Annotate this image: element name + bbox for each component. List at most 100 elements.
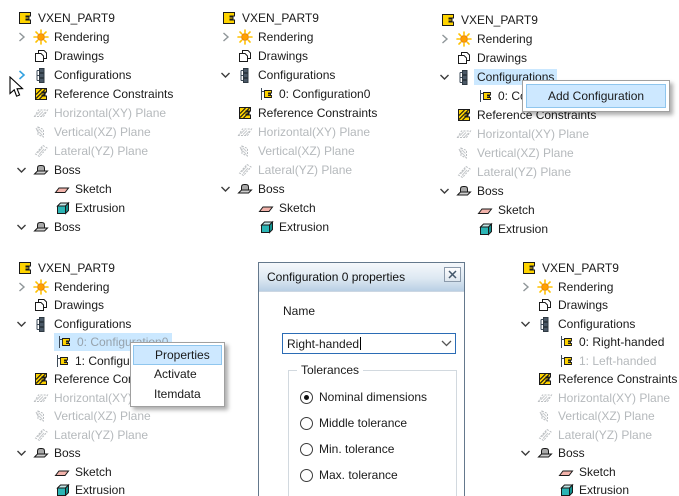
tree-item-boss[interactable]: Boss [14, 160, 176, 179]
tree-item-label: Vertical(XZ) Plane [51, 124, 154, 140]
tree-item-vxen-part9[interactable]: VXEN_PART9 [14, 8, 176, 27]
tree-item-boss[interactable]: Boss [14, 444, 176, 463]
tree-item-lateral-yz-plane[interactable]: Lateral(YZ) Plane [437, 162, 599, 181]
chevron-down-icon[interactable] [14, 316, 33, 332]
tree-item-sketch[interactable]: Sketch [14, 179, 176, 198]
tree-item-vertical-xz-plane[interactable]: Vertical(XZ) Plane [218, 141, 380, 160]
tree-item-0-configuration0[interactable]: 0: Configuration0 [218, 84, 380, 103]
close-button[interactable] [444, 267, 461, 282]
tree-item-extrusion[interactable]: Extrusion [518, 481, 679, 496]
chevron-down-icon[interactable] [437, 183, 456, 199]
tree-item-configurations[interactable]: Configurations [518, 315, 679, 334]
tree-item-sketch[interactable]: Sketch [518, 463, 679, 482]
tree-item-lateral-yz-plane[interactable]: Lateral(YZ) Plane [14, 426, 176, 445]
tree-item-boss[interactable]: Boss [14, 217, 176, 236]
tree-item-vertical-xz-plane[interactable]: Vertical(XZ) Plane [518, 407, 679, 426]
tree-item-drawings[interactable]: Drawings [518, 296, 679, 315]
menu-item-properties[interactable]: Properties [133, 345, 222, 365]
tree-item-label: Sketch [576, 464, 619, 480]
chevron-down-icon[interactable] [218, 181, 237, 197]
tree-item-label: 0: Right-handed [576, 334, 667, 350]
radio-min-tolerance[interactable]: Min. tolerance [300, 436, 456, 462]
tree-item-label: VXEN_PART9 [239, 10, 322, 26]
tree-item-drawings[interactable]: Drawings [14, 296, 176, 315]
tree-item-sketch[interactable]: Sketch [218, 198, 380, 217]
tree-item-label: Rendering [474, 31, 535, 47]
chevron-down-icon[interactable] [14, 445, 33, 461]
tree-item-vertical-xz-plane[interactable]: Vertical(XZ) Plane [437, 143, 599, 162]
tree-item-sketch[interactable]: Sketch [14, 463, 176, 482]
tree-item-extrusion[interactable]: Extrusion [437, 219, 599, 238]
tree-item-vxen-part9[interactable]: VXEN_PART9 [218, 8, 380, 27]
tree-top-right: VXEN_PART9RenderingDrawingsConfiguration… [437, 10, 599, 238]
tree-item-label: Extrusion [72, 482, 128, 496]
chevron-right-icon[interactable] [14, 67, 33, 83]
tree-item-rendering[interactable]: Rendering [518, 278, 679, 297]
tree-item-label: Rendering [51, 279, 112, 295]
menu-configuration-context: PropertiesActivateItemdata [130, 342, 225, 407]
tree-item-1-left-handed[interactable]: 1: Left-handed [518, 352, 679, 371]
plane-xy-icon [33, 390, 49, 406]
chevron-down-icon[interactable] [14, 162, 33, 178]
tree-item-label: Vertical(XZ) Plane [51, 408, 154, 424]
tree-item-boss[interactable]: Boss [218, 179, 380, 198]
tree-item-vxen-part9[interactable]: VXEN_PART9 [437, 10, 599, 29]
tree-item-horizontal-xy-plane[interactable]: Horizontal(XY) Plane [437, 124, 599, 143]
tree-item-lateral-yz-plane[interactable]: Lateral(YZ) Plane [14, 141, 176, 160]
tree-item-reference-constraints[interactable]: Reference Constraints [518, 370, 679, 389]
tree-item-configurations[interactable]: Configurations [14, 65, 176, 84]
tree-item-extrusion[interactable]: Extrusion [218, 217, 380, 236]
tree-item-boss[interactable]: Boss [437, 181, 599, 200]
radio-checked-icon [300, 391, 313, 404]
tree-item-label: Lateral(YZ) Plane [474, 164, 574, 180]
tree-item-vertical-xz-plane[interactable]: Vertical(XZ) Plane [14, 407, 176, 426]
tree-item-rendering[interactable]: Rendering [218, 27, 380, 46]
tree-item-reference-constraints[interactable]: Reference Constraints [218, 103, 380, 122]
tree-item-horizontal-xy-plane[interactable]: Horizontal(XY) Plane [218, 122, 380, 141]
tree-item-rendering[interactable]: Rendering [14, 27, 176, 46]
tree-item-configurations[interactable]: Configurations [218, 65, 380, 84]
tree-item-sketch[interactable]: Sketch [437, 200, 599, 219]
radio-unchecked-icon [300, 469, 313, 482]
menu-item-add-configuration[interactable]: Add Configuration [526, 84, 666, 108]
tree-item-horizontal-xy-plane[interactable]: Horizontal(XY) Plane [518, 389, 679, 408]
radio-max-tolerance[interactable]: Max. tolerance [300, 462, 456, 488]
tree-item-vxen-part9[interactable]: VXEN_PART9 [518, 259, 679, 278]
tree-item-extrusion[interactable]: Extrusion [14, 481, 176, 496]
tree-item-drawings[interactable]: Drawings [437, 48, 599, 67]
tree-item-reference-constraints[interactable]: Reference Constraints [14, 84, 176, 103]
tree-item-vxen-part9[interactable]: VXEN_PART9 [14, 259, 176, 278]
chevron-right-icon[interactable] [518, 279, 537, 295]
chevron-down-icon[interactable] [218, 67, 237, 83]
chevron-right-icon[interactable] [218, 29, 237, 45]
tree-item-0-right-handed[interactable]: 0: Right-handed [518, 333, 679, 352]
boss-icon [456, 183, 472, 199]
tree-item-configurations[interactable]: Configurations [14, 315, 176, 334]
tree-item-horizontal-xy-plane[interactable]: Horizontal(XY) Plane [14, 103, 176, 122]
tree-item-lateral-yz-plane[interactable]: Lateral(YZ) Plane [218, 160, 380, 179]
dialog-title: Configuration 0 properties [267, 270, 405, 284]
chevron-right-icon[interactable] [14, 29, 33, 45]
dialog-titlebar[interactable]: Configuration 0 properties [259, 263, 464, 292]
radio-middle-tolerance[interactable]: Middle tolerance [300, 410, 456, 436]
menu-item-itemdata[interactable]: Itemdata [133, 384, 222, 404]
tree-item-lateral-yz-plane[interactable]: Lateral(YZ) Plane [518, 426, 679, 445]
configurations-icon [537, 316, 553, 332]
tree-item-extrusion[interactable]: Extrusion [14, 198, 176, 217]
tree-item-rendering[interactable]: Rendering [437, 29, 599, 48]
chevron-down-icon[interactable] [518, 316, 537, 332]
chevron-right-icon[interactable] [437, 31, 456, 47]
chevron-down-icon[interactable] [518, 445, 537, 461]
tree-item-drawings[interactable]: Drawings [14, 46, 176, 65]
chevron-down-icon[interactable] [14, 219, 33, 235]
chevron-down-icon[interactable] [437, 69, 456, 85]
menu-item-activate[interactable]: Activate [133, 365, 222, 385]
tree-item-rendering[interactable]: Rendering [14, 278, 176, 297]
tree-item-vertical-xz-plane[interactable]: Vertical(XZ) Plane [14, 122, 176, 141]
tree-item-drawings[interactable]: Drawings [218, 46, 380, 65]
radio-nominal-dimensions[interactable]: Nominal dimensions [300, 384, 456, 410]
chevron-right-icon[interactable] [14, 279, 33, 295]
chevron-down-icon[interactable] [437, 340, 455, 347]
tree-item-boss[interactable]: Boss [518, 444, 679, 463]
name-combobox[interactable]: Right-handed [282, 333, 456, 354]
